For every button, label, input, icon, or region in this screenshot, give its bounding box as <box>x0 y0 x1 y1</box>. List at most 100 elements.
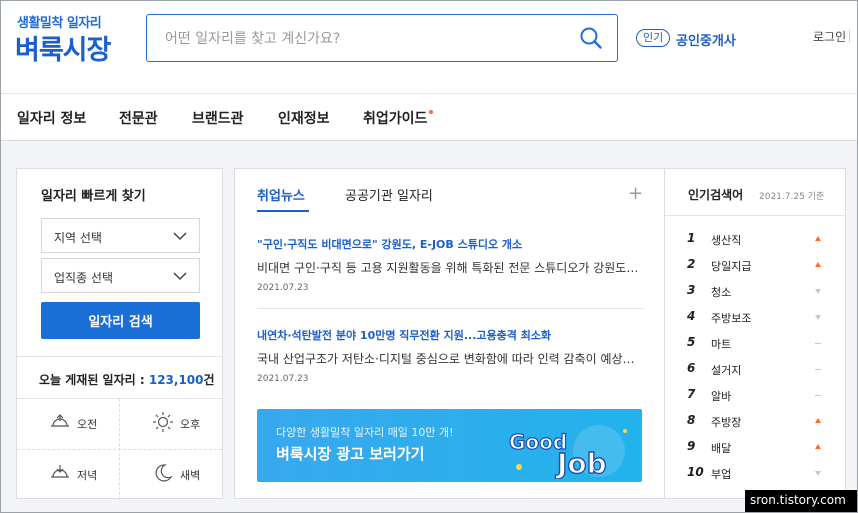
rank-keyword[interactable]: 마트 <box>711 336 731 352</box>
region-select[interactable]: 지역 선택 <box>41 218 200 253</box>
rank-keyword[interactable]: 주방보조 <box>711 310 751 326</box>
job-search-button[interactable]: 일자리 검색 <box>41 302 200 339</box>
time-evening[interactable]: 저녁 <box>17 450 119 500</box>
popular-search-item[interactable]: 6 설거지 <box>687 359 827 379</box>
rank-number: 1 <box>687 231 696 245</box>
tab-public-jobs[interactable]: 공공기관 일자리 <box>345 185 433 204</box>
nav-item-jobs[interactable]: 일자리 정보 <box>17 108 86 128</box>
search-box[interactable] <box>146 14 618 62</box>
rank-keyword[interactable]: 청소 <box>711 284 731 300</box>
watermark: sron.tistory.com <box>745 490 857 512</box>
today-label: 오늘 게재된 일자리 : <box>39 373 145 387</box>
time-evening-label: 저녁 <box>77 469 98 482</box>
tab-job-news[interactable]: 취업뉴스 <box>257 185 305 204</box>
banner-subtext: 다양한 생활밀착 일자리 매일 10만 개! <box>276 426 454 439</box>
news-summary[interactable]: 비대면 구인·구직 등 고용 지원활동을 위해 특화된 전문 스튜디오가 강원도… <box>257 259 643 276</box>
logo[interactable]: 벼룩시장 <box>15 28 111 67</box>
sunset-icon <box>51 465 69 478</box>
trend-up-icon <box>815 236 821 241</box>
popular-search-item[interactable]: 1 생산직 <box>687 229 827 249</box>
popular-search-title: 인기검색어 <box>688 188 744 202</box>
rank-keyword[interactable]: 당일지급 <box>711 258 751 274</box>
rank-number: 3 <box>687 283 696 297</box>
popular-search-item[interactable]: 2 당일지급 <box>687 255 827 275</box>
time-afternoon[interactable]: 오후 <box>120 399 222 449</box>
popular-search-item[interactable]: 7 알바 <box>687 385 827 405</box>
today-unit: 건 <box>203 373 215 387</box>
trend-same-icon <box>815 343 821 344</box>
time-afternoon-label: 오후 <box>180 418 201 431</box>
rank-number: 10 <box>687 465 704 479</box>
trend-same-icon <box>815 395 821 396</box>
quick-search-panel: 일자리 빠르게 찾기 지역 선택 업직종 선택 일자리 검색 오늘 게재된 일자… <box>16 168 223 500</box>
rank-keyword[interactable]: 부업 <box>711 466 731 482</box>
header-divider <box>849 30 850 42</box>
nav-item-guide[interactable]: 취업가이드 <box>363 108 434 128</box>
today-job-count: 오늘 게재된 일자리 : 123,100건 <box>39 371 215 388</box>
logo-text-job: Job <box>555 447 607 479</box>
nav-item-brand[interactable]: 브랜드관 <box>192 108 244 128</box>
time-dawn[interactable]: 새벽 <box>120 450 222 500</box>
trend-down-icon <box>815 315 821 320</box>
time-morning-label: 오전 <box>77 418 98 431</box>
nav-item-guide-label: 취업가이드 <box>363 111 428 127</box>
banner-headline: 벼룩시장 광고 보러가기 <box>276 445 425 463</box>
rank-keyword[interactable]: 설거지 <box>711 362 741 378</box>
news-item[interactable]: "구인·구직도 비대면으로" 강원도, E-JOB 스튜디오 개소 비대면 구인… <box>257 236 643 293</box>
news-title[interactable]: 내연차·석탄발전 분야 10만명 직무전환 지원...고용충격 최소화 <box>257 327 643 343</box>
popular-search-item[interactable]: 4 주방보조 <box>687 307 827 327</box>
popular-search-item[interactable]: 10 부업 <box>687 463 827 483</box>
news-summary[interactable]: 국내 산업구조가 저탄소·디지털 중심으로 변화함에 따라 인력 감축이 예상되… <box>257 350 643 367</box>
nav-item-talent[interactable]: 인재정보 <box>278 108 330 128</box>
news-item[interactable]: 내연차·석탄발전 분야 10만명 직무전환 지원...고용충격 최소화 국내 산… <box>257 327 643 384</box>
plus-icon[interactable]: + <box>628 185 643 203</box>
divider <box>665 215 845 216</box>
rank-number: 9 <box>687 439 696 453</box>
new-dot-icon <box>429 110 434 114</box>
rank-number: 8 <box>687 413 696 427</box>
rank-keyword[interactable]: 알바 <box>711 388 731 404</box>
trend-up-icon <box>815 444 821 449</box>
popular-search-panel: 인기검색어 2021.7.25 기준 1 생산직 2 당일지급 3 청소 4 주방보조 5 마트 6… <box>664 168 846 499</box>
rank-number: 7 <box>687 387 696 401</box>
trend-down-icon <box>815 289 821 294</box>
popular-search-item[interactable]: 9 배달 <box>687 437 827 457</box>
nav-item-specialty[interactable]: 전문관 <box>119 108 158 128</box>
rank-number: 6 <box>687 361 696 375</box>
news-panel: 취업뉴스 공공기관 일자리 + "구인·구직도 비대면으로" 강원도, E-JO… <box>234 168 665 499</box>
popular-search-date: 2021.7.25 기준 <box>759 192 825 202</box>
time-morning[interactable]: 오전 <box>17 399 119 449</box>
sun-icon <box>153 412 173 432</box>
chevron-down-icon <box>173 232 187 241</box>
trend-down-icon <box>815 471 821 476</box>
search-icon[interactable] <box>579 26 603 50</box>
rank-keyword[interactable]: 생산직 <box>711 232 741 248</box>
broker-link[interactable]: 공인중개사 <box>676 30 736 49</box>
login-link[interactable]: 로그인 <box>813 28 846 45</box>
news-date: 2021.07.23 <box>257 283 309 293</box>
popular-search-item[interactable]: 3 청소 <box>687 281 827 301</box>
rank-number: 2 <box>687 257 696 271</box>
popular-badge: 인기 <box>636 29 671 47</box>
trend-up-icon <box>815 262 821 267</box>
popular-search-item[interactable]: 5 마트 <box>687 333 827 353</box>
rank-keyword[interactable]: 주방장 <box>711 414 741 430</box>
quick-search-title: 일자리 빠르게 찾기 <box>41 189 146 204</box>
job-type-select[interactable]: 업직종 선택 <box>41 258 200 293</box>
news-title[interactable]: "구인·구직도 비대면으로" 강원도, E-JOB 스튜디오 개소 <box>257 236 643 252</box>
ad-banner[interactable]: 다양한 생활밀착 일자리 매일 10만 개! 벼룩시장 광고 보러가기 Good… <box>257 409 642 482</box>
divider <box>257 308 643 309</box>
moon-icon <box>155 464 173 482</box>
page: 생활밀착 일자리 벼룩시장 인기 공인중개사 로그인 일자리 정보 전문관 브랜… <box>0 0 858 513</box>
rank-number: 5 <box>687 335 696 349</box>
popular-search-item[interactable]: 8 주방장 <box>687 411 827 431</box>
today-count: 123,100 <box>148 373 204 387</box>
job-type-select-label: 업직종 선택 <box>54 271 114 285</box>
chevron-down-icon <box>173 272 187 281</box>
good-job-logo: Good Job <box>508 425 627 479</box>
sunrise-icon <box>51 414 69 427</box>
rank-keyword[interactable]: 배달 <box>711 440 731 456</box>
search-input[interactable] <box>165 28 565 50</box>
region-select-label: 지역 선택 <box>54 231 102 245</box>
divider <box>17 356 222 357</box>
